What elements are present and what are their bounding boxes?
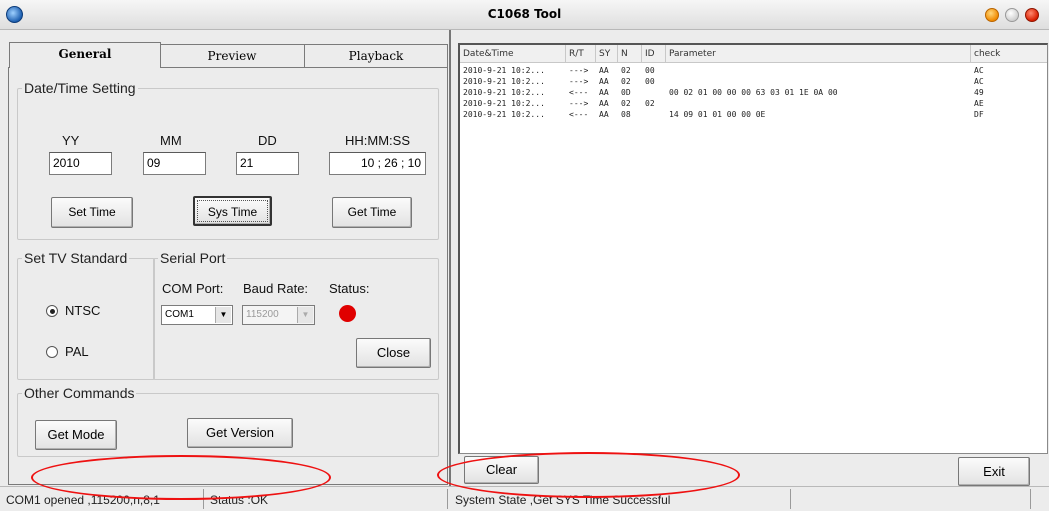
- cell-rt: --->: [569, 66, 589, 75]
- exit-button[interactable]: Exit: [958, 457, 1030, 486]
- cell-datetime: 2010-9-21 10:2...: [463, 88, 545, 97]
- annotation-ellipse-left: [31, 455, 331, 500]
- status-indicator-icon: [339, 305, 356, 322]
- tab-preview[interactable]: Preview: [158, 44, 306, 68]
- other-commands-label: Other Commands: [24, 385, 135, 401]
- get-version-button[interactable]: Get Version: [187, 418, 293, 448]
- serial-port-label: Serial Port: [160, 250, 226, 266]
- column-header-n[interactable]: N: [618, 45, 642, 63]
- set-time-button[interactable]: Set Time: [51, 197, 133, 228]
- status-separator: [447, 489, 448, 509]
- cell-datetime: 2010-9-21 10:2...: [463, 77, 545, 86]
- cell-datetime: 2010-9-21 10:2...: [463, 99, 545, 108]
- month-input[interactable]: 09: [143, 152, 206, 175]
- com-port-select[interactable]: COM1 ▼: [161, 305, 233, 325]
- yy-label: YY: [62, 133, 80, 148]
- datetime-group-label: Date/Time Setting: [24, 80, 136, 96]
- tab-general[interactable]: General: [9, 42, 161, 68]
- cell-sy: AA: [599, 77, 609, 86]
- cell-n: 08: [621, 110, 631, 119]
- cell-datetime: 2010-9-21 10:2...: [463, 66, 545, 75]
- tab-playback[interactable]: Playback: [304, 44, 448, 68]
- cell-check: 49: [974, 88, 984, 97]
- cell-n: 02: [621, 66, 631, 75]
- cell-parameter: 00 02 01 00 00 00 63 03 01 1E 0A 00: [669, 88, 838, 97]
- table-row[interactable]: 2010-9-21 10:2... <--- AA 08 14 09 01 01 00 …: [460, 109, 1047, 120]
- year-input[interactable]: 2010: [49, 152, 112, 175]
- com-port-value: COM1: [165, 309, 194, 320]
- com-port-label: COM Port:: [162, 281, 224, 296]
- cell-check: AE: [974, 99, 984, 108]
- cell-sy: AA: [599, 110, 609, 119]
- cell-n: 02: [621, 99, 631, 108]
- status-label: Status:: [329, 281, 370, 296]
- cell-n: 0D: [621, 88, 631, 97]
- minimize-button[interactable]: [985, 8, 999, 22]
- column-header-parameter[interactable]: Parameter: [666, 45, 971, 63]
- annotation-ellipse-right: [437, 452, 740, 498]
- dd-label: DD: [258, 133, 277, 148]
- cell-rt: <---: [569, 110, 589, 119]
- chevron-down-icon: ▼: [215, 307, 231, 323]
- tv-standard-label: Set TV Standard: [24, 250, 128, 266]
- table-row[interactable]: 2010-9-21 10:2... ---> AA 02 00 AC: [460, 65, 1047, 76]
- pal-label: PAL: [65, 344, 89, 359]
- get-mode-button[interactable]: Get Mode: [35, 420, 117, 450]
- day-input[interactable]: 21: [236, 152, 299, 175]
- cell-sy: AA: [599, 88, 609, 97]
- time-input[interactable]: 10 ; 26 ; 10: [329, 152, 426, 175]
- cell-rt: --->: [569, 77, 589, 86]
- baud-rate-value: 115200: [246, 309, 279, 320]
- cell-rt: --->: [569, 99, 589, 108]
- cell-n: 02: [621, 77, 631, 86]
- column-header-id[interactable]: ID: [642, 45, 666, 63]
- cell-id: 02: [645, 99, 655, 108]
- cell-parameter: 14 09 01 01 00 00 0E: [669, 110, 766, 119]
- log-table[interactable]: Date&Time R/T SY N ID Parameter check 20…: [458, 43, 1048, 454]
- column-header-datetime[interactable]: Date&Time: [460, 45, 566, 63]
- chevron-down-icon: ▼: [297, 307, 313, 323]
- table-row[interactable]: 2010-9-21 10:2... ---> AA 02 00 AC: [460, 76, 1047, 87]
- baud-rate-label: Baud Rate:: [243, 281, 309, 296]
- pal-radio[interactable]: [46, 346, 58, 358]
- status-separator: [1030, 489, 1031, 509]
- cell-check: AC: [974, 77, 984, 86]
- cell-id: 00: [645, 66, 655, 75]
- cell-check: DF: [974, 110, 984, 119]
- maximize-button[interactable]: [1005, 8, 1019, 22]
- cell-rt: <---: [569, 88, 589, 97]
- column-header-rt[interactable]: R/T: [566, 45, 596, 63]
- table-row[interactable]: 2010-9-21 10:2... ---> AA 02 02 AE: [460, 98, 1047, 109]
- status-separator: [790, 489, 791, 509]
- close-window-button[interactable]: [1025, 8, 1039, 22]
- baud-rate-select[interactable]: 115200 ▼: [242, 305, 315, 325]
- table-row[interactable]: 2010-9-21 10:2... <--- AA 0D 00 02 01 00 00 …: [460, 87, 1047, 98]
- window-title: C1068 Tool: [487, 7, 562, 21]
- cell-datetime: 2010-9-21 10:2...: [463, 110, 545, 119]
- cell-check: AC: [974, 66, 984, 75]
- sys-time-button[interactable]: Sys Time: [193, 196, 272, 226]
- get-time-button[interactable]: Get Time: [332, 197, 412, 228]
- mm-label: MM: [160, 133, 182, 148]
- ntsc-label: NTSC: [65, 303, 101, 318]
- panel-divider: [449, 30, 451, 486]
- column-header-sy[interactable]: SY: [596, 45, 618, 63]
- column-header-check[interactable]: check: [971, 45, 1047, 63]
- cell-sy: AA: [599, 99, 609, 108]
- cell-sy: AA: [599, 66, 609, 75]
- ntsc-radio[interactable]: [46, 305, 58, 317]
- cell-id: 00: [645, 77, 655, 86]
- hms-label: HH:MM:SS: [345, 133, 410, 148]
- close-port-button[interactable]: Close: [356, 338, 431, 368]
